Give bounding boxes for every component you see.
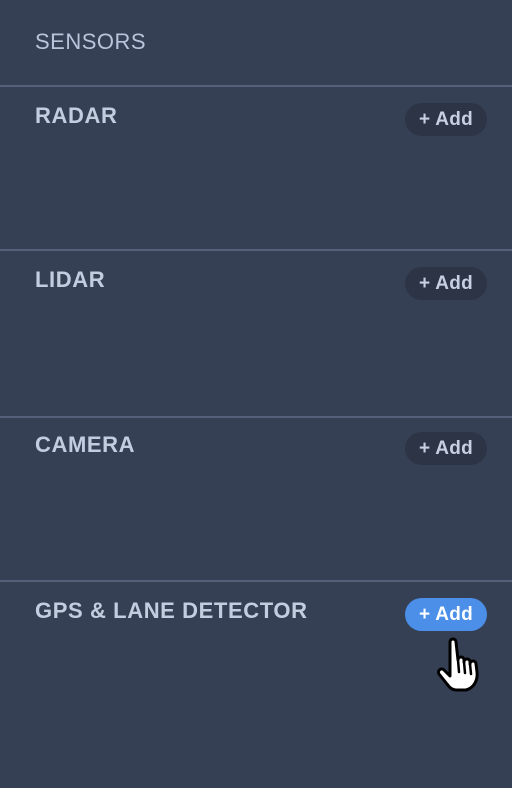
section-title: LIDAR bbox=[35, 267, 106, 292]
panel-title: SENSORS bbox=[35, 29, 147, 54]
panel-header: SENSORS bbox=[0, 0, 512, 86]
add-gps-lane-detector-button[interactable]: + Add bbox=[405, 598, 487, 631]
sensor-section-camera: CAMERA + Add bbox=[0, 416, 512, 581]
add-lidar-button[interactable]: + Add bbox=[405, 267, 487, 300]
section-title: CAMERA bbox=[35, 432, 136, 457]
sensor-section-radar: RADAR + Add bbox=[0, 87, 512, 250]
section-title: GPS & LANE DETECTOR bbox=[35, 598, 308, 623]
section-title: RADAR bbox=[35, 103, 118, 128]
sensors-panel: SENSORS RADAR + Add LIDAR + Add CAMERA +… bbox=[0, 0, 512, 788]
hand-pointer-icon bbox=[437, 637, 479, 692]
add-radar-button[interactable]: + Add bbox=[405, 103, 487, 136]
sensor-section-lidar: LIDAR + Add bbox=[0, 251, 512, 416]
add-camera-button[interactable]: + Add bbox=[405, 432, 487, 465]
